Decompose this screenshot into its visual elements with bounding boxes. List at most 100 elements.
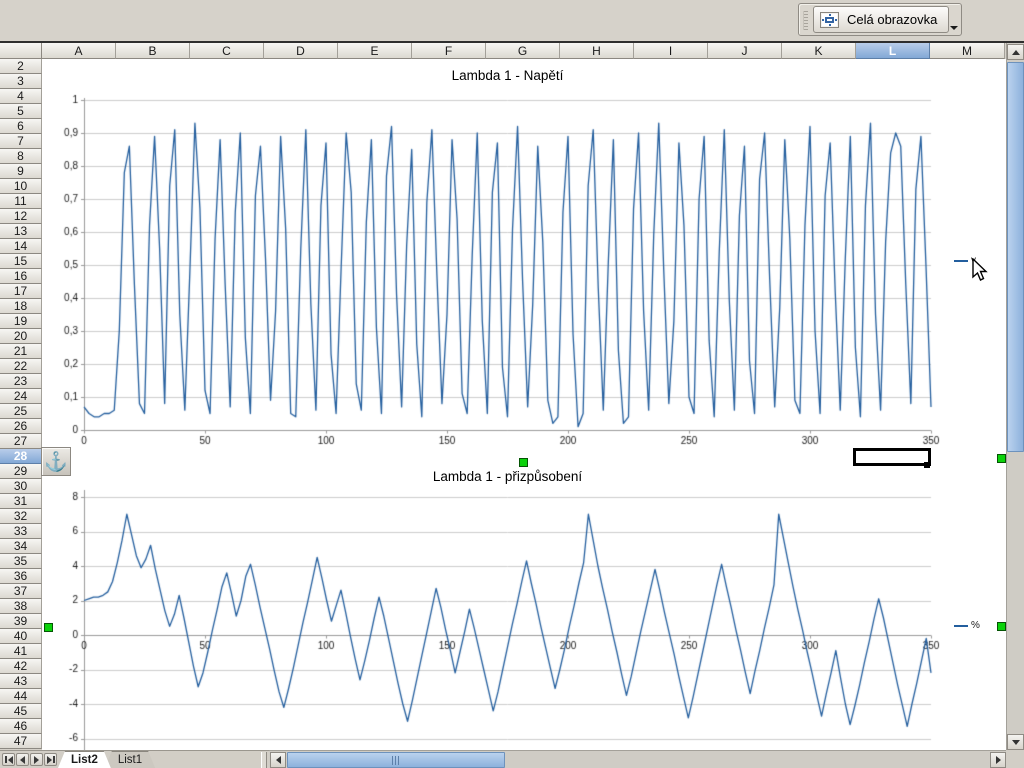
row-header-8[interactable]: 8: [0, 149, 42, 164]
sheet-tab-list1[interactable]: List1: [105, 751, 155, 768]
row-header-34[interactable]: 34: [0, 539, 42, 554]
row-header-29[interactable]: 29: [0, 464, 42, 479]
row-header-23[interactable]: 23: [0, 374, 42, 389]
row-header-39[interactable]: 39: [0, 614, 42, 629]
next-sheet-button[interactable]: [30, 753, 43, 766]
scrollbar-corner: [1006, 750, 1024, 768]
row-header-41[interactable]: 41: [0, 644, 42, 659]
vertical-scrollbar[interactable]: [1006, 43, 1024, 750]
selection-handle-top-right[interactable]: [997, 454, 1006, 463]
row-header-33[interactable]: 33: [0, 524, 42, 539]
selection-handle-top-center[interactable]: [519, 458, 528, 467]
fullscreen-button-label: Celá obrazovka: [847, 12, 937, 27]
row-header-19[interactable]: 19: [0, 314, 42, 329]
row-header-24[interactable]: 24: [0, 389, 42, 404]
row-header-17[interactable]: 17: [0, 284, 42, 299]
tab-scrollbar-splitter[interactable]: [261, 752, 267, 768]
scroll-up-button[interactable]: [1007, 44, 1024, 60]
row-header-38[interactable]: 38: [0, 599, 42, 614]
row-header-15[interactable]: 15: [0, 254, 42, 269]
column-header-L[interactable]: L: [856, 43, 930, 59]
row-header-9[interactable]: 9: [0, 164, 42, 179]
row-header-7[interactable]: 7: [0, 134, 42, 149]
row-header-27[interactable]: 27: [0, 434, 42, 449]
first-sheet-button[interactable]: [2, 753, 15, 766]
horizontal-scrollbar-thumb[interactable]: [287, 752, 505, 768]
row-header-28[interactable]: 28: [0, 449, 42, 464]
row-header-20[interactable]: 20: [0, 329, 42, 344]
row-header-25[interactable]: 25: [0, 404, 42, 419]
row-header-42[interactable]: 42: [0, 659, 42, 674]
row-header-13[interactable]: 13: [0, 224, 42, 239]
row-header-18[interactable]: 18: [0, 299, 42, 314]
vertical-scrollbar-thumb[interactable]: [1007, 62, 1024, 452]
legend-line-icon: [954, 260, 968, 262]
sheet-tab-list2[interactable]: List2: [58, 751, 111, 768]
arrow-down-icon: [1012, 740, 1020, 745]
anchor-icon[interactable]: ⚓: [41, 447, 71, 476]
column-header-G[interactable]: G: [486, 43, 560, 59]
scroll-left-button[interactable]: [270, 752, 286, 768]
row-header-6[interactable]: 6: [0, 119, 42, 134]
horizontal-scrollbar[interactable]: [269, 750, 1007, 768]
row-header-37[interactable]: 37: [0, 584, 42, 599]
column-header-J[interactable]: J: [708, 43, 782, 59]
column-header-H[interactable]: H: [560, 43, 634, 59]
row-header-10[interactable]: 10: [0, 179, 42, 194]
arrow-right-icon: [996, 756, 1001, 764]
chart-matching-canvas[interactable]: [44, 458, 1008, 750]
column-header-I[interactable]: I: [634, 43, 708, 59]
column-header-E[interactable]: E: [338, 43, 412, 59]
select-all-corner[interactable]: [0, 43, 42, 59]
row-header-22[interactable]: 22: [0, 359, 42, 374]
triangle-left-icon: [20, 756, 25, 764]
row-header-43[interactable]: 43: [0, 674, 42, 689]
triangle-left-icon: [8, 756, 13, 764]
row-header-3[interactable]: 3: [0, 74, 42, 89]
chart1-title: Lambda 1 - Napětí: [84, 68, 931, 83]
selection-handle-mid-right[interactable]: [997, 622, 1006, 631]
row-header-31[interactable]: 31: [0, 494, 42, 509]
row-header-40[interactable]: 40: [0, 629, 42, 644]
row-header-5[interactable]: 5: [0, 104, 42, 119]
row-header-16[interactable]: 16: [0, 269, 42, 284]
mouse-cursor-icon: [972, 258, 988, 282]
scroll-down-button[interactable]: [1007, 734, 1024, 750]
fill-handle[interactable]: [924, 462, 930, 468]
row-header-47[interactable]: 47: [0, 734, 42, 749]
column-header-K[interactable]: K: [782, 43, 856, 59]
column-header-D[interactable]: D: [264, 43, 338, 59]
column-header-A[interactable]: A: [42, 43, 116, 59]
row-header-44[interactable]: 44: [0, 689, 42, 704]
cell-cursor[interactable]: [853, 448, 931, 466]
scroll-right-button[interactable]: [990, 752, 1006, 768]
sheet-tabs: List2List1: [58, 751, 149, 768]
selection-handle-mid-left[interactable]: [44, 623, 53, 632]
row-header-11[interactable]: 11: [0, 194, 42, 209]
row-header-12[interactable]: 12: [0, 209, 42, 224]
chart-voltage-canvas[interactable]: [44, 60, 1008, 456]
row-header-46[interactable]: 46: [0, 719, 42, 734]
fullscreen-icon: [820, 12, 839, 28]
row-header-45[interactable]: 45: [0, 704, 42, 719]
fullscreen-button[interactable]: Celá obrazovka: [813, 6, 949, 33]
triangle-right-icon: [47, 756, 52, 764]
column-header-M[interactable]: M: [930, 43, 1005, 59]
row-header-30[interactable]: 30: [0, 479, 42, 494]
chevron-down-icon: [950, 26, 958, 30]
toolbar-dropdown-button[interactable]: [947, 21, 959, 33]
row-header-4[interactable]: 4: [0, 89, 42, 104]
row-header-21[interactable]: 21: [0, 344, 42, 359]
row-header-32[interactable]: 32: [0, 509, 42, 524]
previous-sheet-button[interactable]: [16, 753, 29, 766]
toolbar-grip-handle[interactable]: [803, 11, 808, 30]
column-header-F[interactable]: F: [412, 43, 486, 59]
row-header-35[interactable]: 35: [0, 554, 42, 569]
last-sheet-button[interactable]: [44, 753, 57, 766]
column-header-B[interactable]: B: [116, 43, 190, 59]
row-header-36[interactable]: 36: [0, 569, 42, 584]
row-header-2[interactable]: 2: [0, 59, 42, 74]
row-header-14[interactable]: 14: [0, 239, 42, 254]
row-header-26[interactable]: 26: [0, 419, 42, 434]
column-header-C[interactable]: C: [190, 43, 264, 59]
